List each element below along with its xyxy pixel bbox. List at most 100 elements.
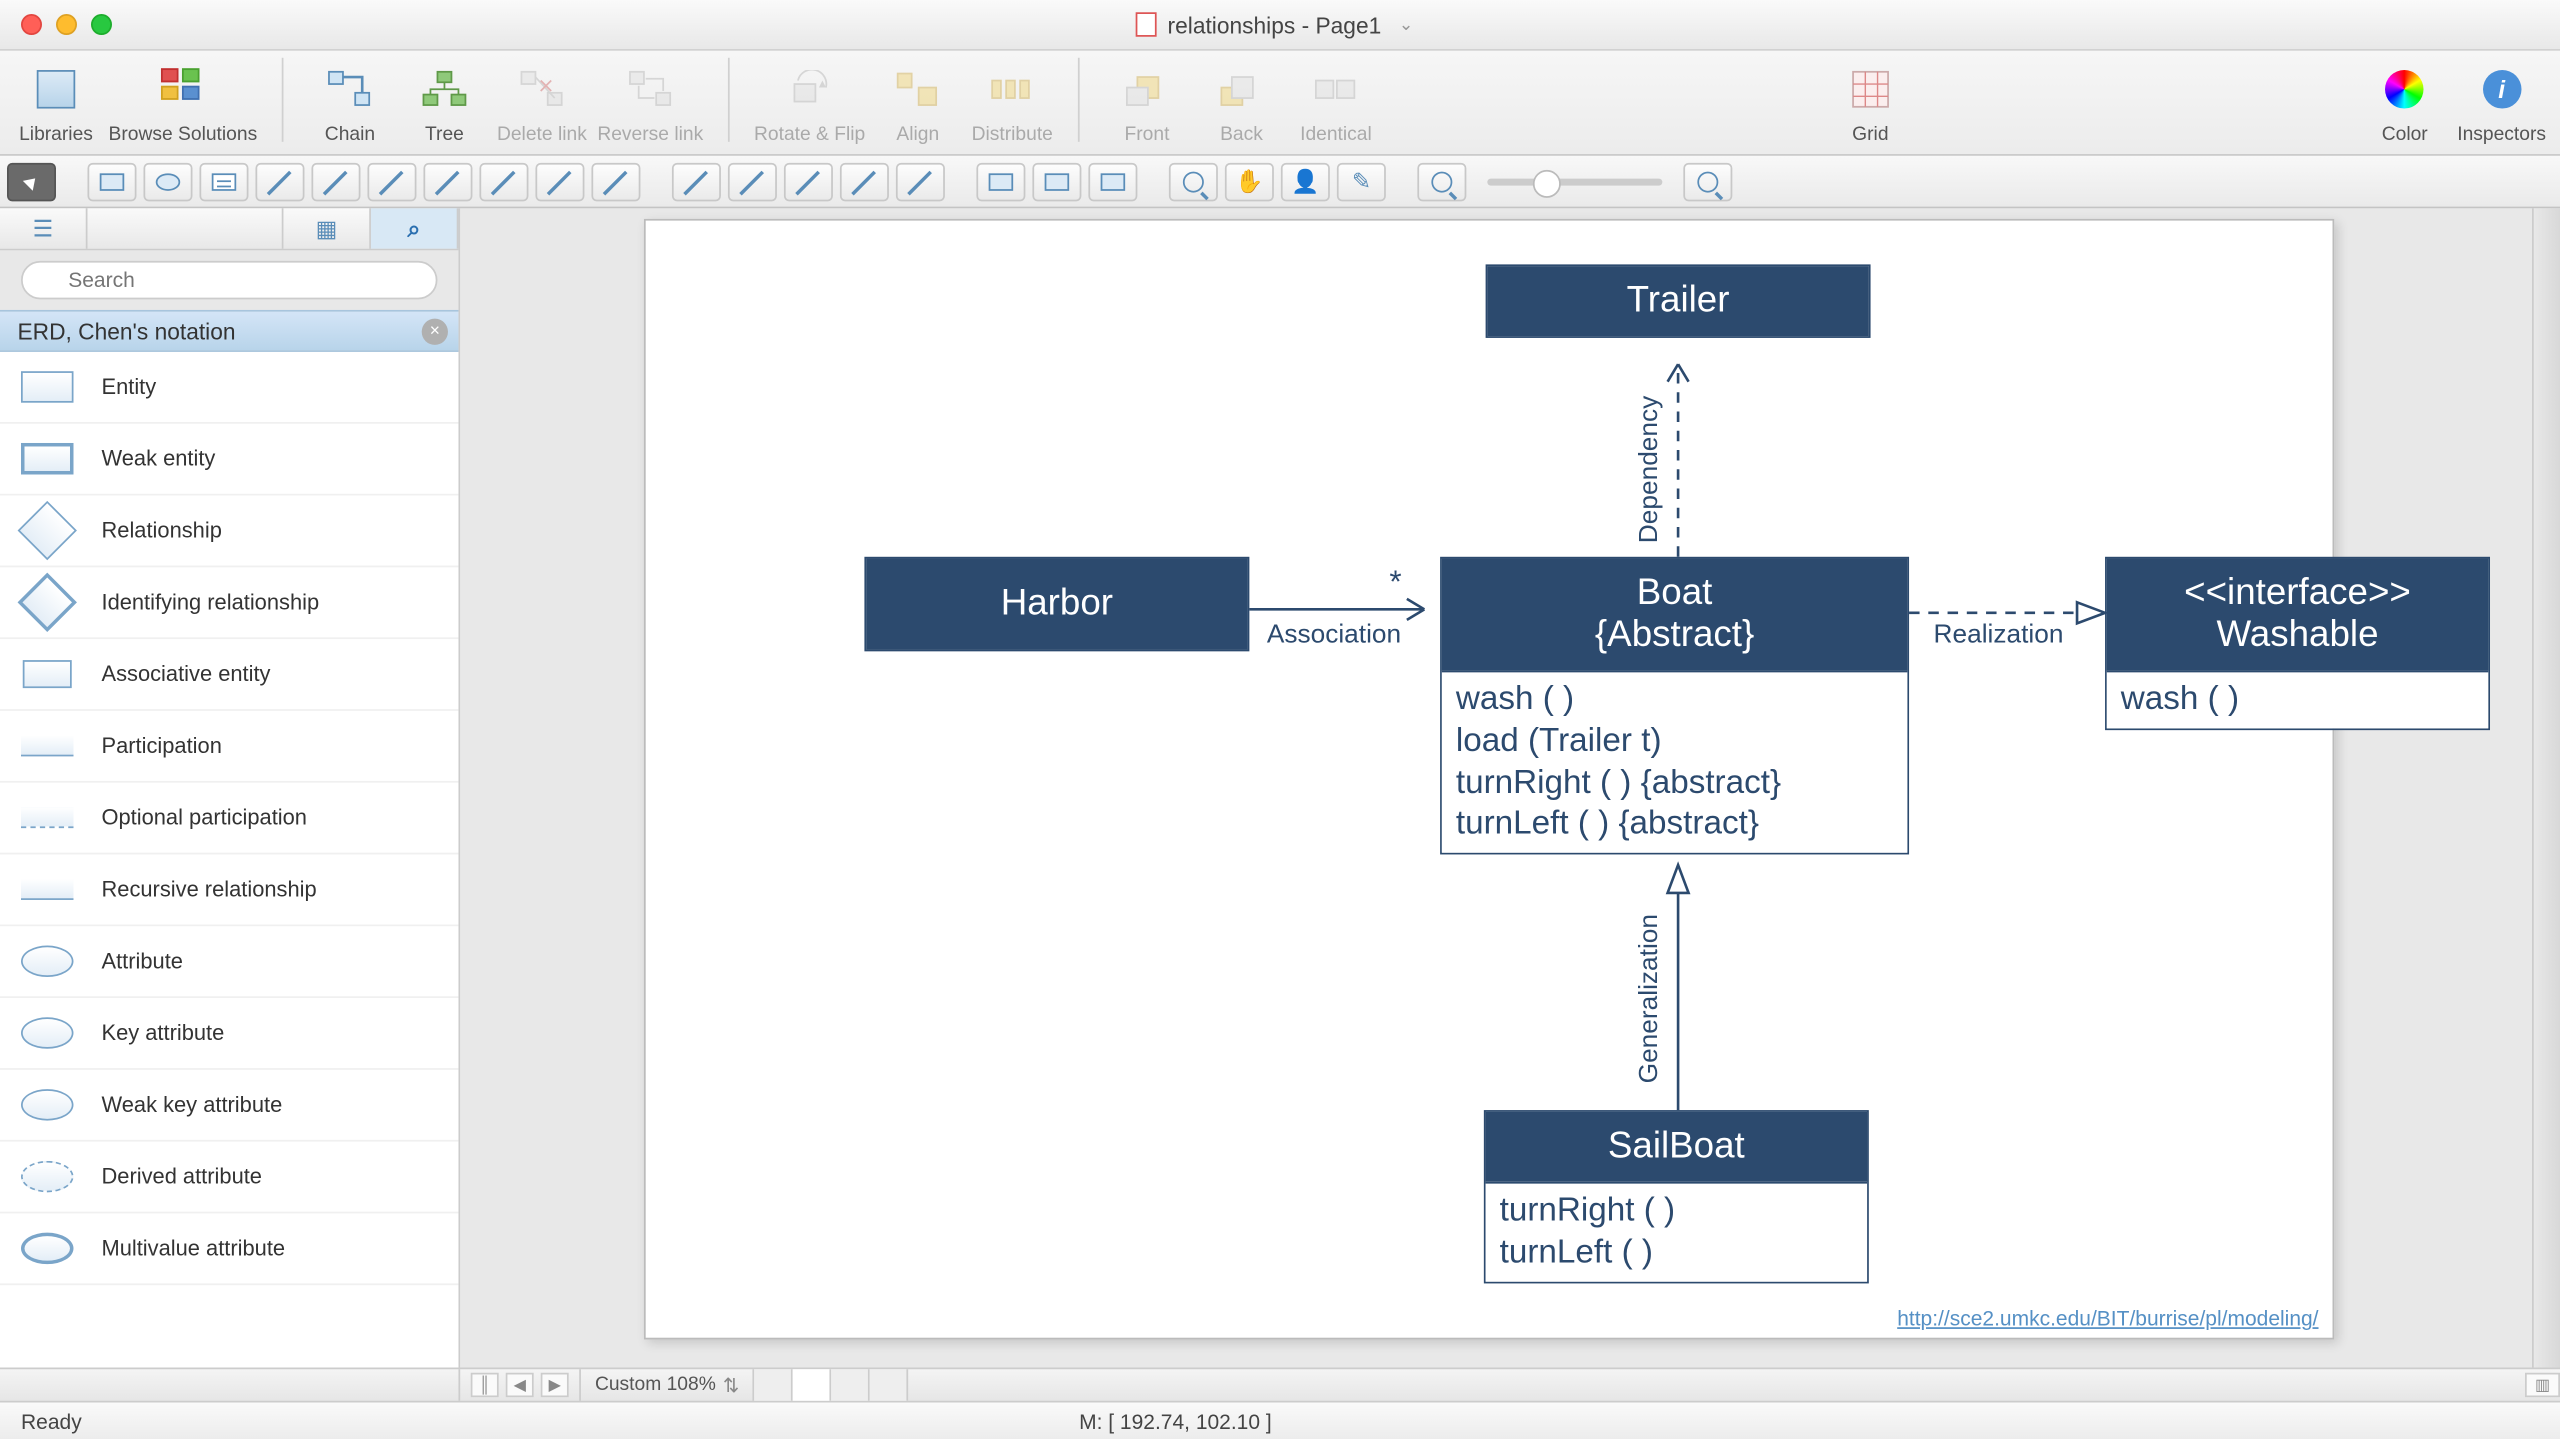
uml-trailer-name: Trailer — [1487, 266, 1868, 336]
uml-boat[interactable]: Boat {Abstract} wash ( ) load (Trailer t… — [1440, 557, 1909, 855]
pointer-tool[interactable] — [7, 162, 56, 201]
diagram-source-url[interactable]: http://sce2.umkc.edu/BIT/burrise/pl/mode… — [1897, 1306, 2318, 1331]
sidebar-tab-grid[interactable]: ▦ — [283, 208, 370, 248]
shape-associative-entity[interactable]: Associative entity — [0, 639, 458, 711]
shape-entity[interactable]: Entity — [0, 352, 458, 424]
connector-tool-7[interactable] — [591, 162, 640, 201]
shape-optional-participation[interactable]: Optional participation — [0, 783, 458, 855]
misc-tool-2[interactable] — [1032, 162, 1081, 201]
line-tool-3[interactable] — [784, 162, 833, 201]
uml-washable-body: wash ( ) — [2107, 671, 2488, 728]
canvas-page[interactable]: Trailer Harbor Boat {Abstract} wash ( ) — [644, 219, 2334, 1340]
connector-tool-6[interactable] — [535, 162, 584, 201]
page-tab[interactable] — [832, 1369, 870, 1401]
shape-identifying-relationship[interactable]: Identifying relationship — [0, 567, 458, 639]
text-tool[interactable] — [199, 162, 248, 201]
browse-solutions-label: Browse Solutions — [108, 124, 257, 145]
shape-label: Derived attribute — [101, 1164, 261, 1189]
rect-tool[interactable] — [87, 162, 136, 201]
search-input[interactable] — [21, 261, 437, 300]
person-icon: 👤 — [1291, 167, 1319, 195]
front-icon — [1122, 65, 1171, 114]
shape-weak-entity[interactable]: Weak entity — [0, 424, 458, 496]
reverse-link-icon — [626, 65, 675, 114]
minimize-window-icon[interactable] — [56, 14, 77, 35]
connector-tool-4[interactable] — [423, 162, 472, 201]
person-tool[interactable]: 👤 — [1281, 162, 1330, 201]
zoom-tool[interactable] — [1169, 162, 1218, 201]
vertical-scrollbar[interactable] — [2532, 208, 2560, 1367]
uml-method: load (Trailer t) — [1456, 721, 1893, 763]
sidebar-tab-tree[interactable]: ☰ — [0, 208, 87, 248]
connector-tool-3[interactable] — [367, 162, 416, 201]
conn-dependency — [1664, 343, 1699, 560]
reverse-link-button: Reverse link — [597, 58, 703, 146]
reverse-link-label: Reverse link — [597, 124, 703, 145]
shape-multivalue-attribute[interactable]: Multivalue attribute — [0, 1213, 458, 1285]
uml-harbor[interactable]: Harbor — [864, 557, 1249, 652]
color-wheel-icon — [2385, 70, 2423, 109]
sidebar-tab-search[interactable]: ⌕ — [371, 208, 458, 248]
shape-label: Optional participation — [101, 805, 306, 830]
page-nav: ║ ◀ ▶ — [460, 1373, 579, 1398]
shape-attribute[interactable]: Attribute — [0, 926, 458, 998]
prev-page-button[interactable]: ◀ — [506, 1373, 534, 1398]
shape-weak-key-attribute[interactable]: Weak key attribute — [0, 1070, 458, 1142]
zoom-in-button[interactable] — [1683, 162, 1732, 201]
align-icon — [893, 65, 942, 114]
line-tool-4[interactable] — [840, 162, 889, 201]
line-tool-1[interactable] — [672, 162, 721, 201]
zoom-display[interactable]: Custom 108%⇅ — [579, 1369, 755, 1401]
zoom-out-button[interactable] — [1417, 162, 1466, 201]
tree-button[interactable]: Tree — [402, 58, 486, 146]
grid-button[interactable]: Grid — [1828, 58, 1912, 146]
shape-recursive-relationship[interactable]: Recursive relationship — [0, 854, 458, 926]
connector-tool-5[interactable] — [479, 162, 528, 201]
hand-tool[interactable]: ✋ — [1225, 162, 1274, 201]
eyedropper-tool[interactable]: ✎ — [1337, 162, 1386, 201]
shape-relationship[interactable]: Relationship — [0, 496, 458, 568]
page-resize-handle[interactable]: ║ — [471, 1373, 499, 1398]
recursive-relationship-icon — [21, 879, 73, 900]
close-section-icon[interactable]: × — [422, 319, 448, 345]
chain-button[interactable]: Chain — [308, 58, 392, 146]
color-button[interactable]: Color — [2363, 58, 2447, 146]
libraries-button[interactable]: Libraries — [14, 58, 98, 146]
uml-sailboat[interactable]: SailBoat turnRight ( ) turnLeft ( ) — [1484, 1110, 1869, 1282]
page-tab[interactable] — [755, 1369, 793, 1401]
uml-trailer[interactable]: Trailer — [1486, 264, 1871, 338]
associative-entity-icon — [23, 660, 72, 688]
zoom-slider[interactable] — [1487, 178, 1662, 185]
page-tab-active[interactable] — [793, 1369, 831, 1401]
window-title[interactable]: relationships - Page1 ⌄ — [112, 11, 2438, 37]
inspectors-button[interactable]: i Inspectors — [2457, 58, 2546, 146]
canvas-scroll[interactable]: Trailer Harbor Boat {Abstract} wash ( ) — [460, 208, 2532, 1367]
sidebar-tabs: ☰ ▦ ⌕ — [0, 208, 458, 250]
view-mode-toggle[interactable]: ▥ — [2525, 1373, 2560, 1398]
connector-tool-2[interactable] — [311, 162, 360, 201]
connector-tool-1[interactable] — [255, 162, 304, 201]
chain-label: Chain — [325, 124, 375, 145]
maximize-window-icon[interactable] — [91, 14, 112, 35]
info-icon: i — [2482, 70, 2520, 109]
shape-participation[interactable]: Participation — [0, 711, 458, 783]
ellipse-tool[interactable] — [143, 162, 192, 201]
next-page-button[interactable]: ▶ — [541, 1373, 569, 1398]
close-window-icon[interactable] — [21, 14, 42, 35]
line-tool-5[interactable] — [896, 162, 945, 201]
page-tab[interactable] — [870, 1369, 908, 1401]
uml-washable[interactable]: <<interface>> Washable wash ( ) — [2105, 557, 2490, 730]
browse-solutions-button[interactable]: Browse Solutions — [108, 58, 257, 146]
identical-icon — [1311, 65, 1360, 114]
shape-label: Associative entity — [101, 662, 270, 687]
shape-derived-attribute[interactable]: Derived attribute — [0, 1142, 458, 1214]
shape-label: Entity — [101, 375, 156, 400]
shape-key-attribute[interactable]: Key attribute — [0, 998, 458, 1070]
misc-tool-1[interactable] — [976, 162, 1025, 201]
section-header[interactable]: ERD, Chen's notation × — [0, 310, 458, 352]
uml-method: wash ( ) — [1456, 679, 1893, 721]
back-label: Back — [1220, 124, 1263, 145]
sidebar-tab-empty[interactable] — [87, 208, 283, 248]
misc-tool-3[interactable] — [1088, 162, 1137, 201]
line-tool-2[interactable] — [728, 162, 777, 201]
